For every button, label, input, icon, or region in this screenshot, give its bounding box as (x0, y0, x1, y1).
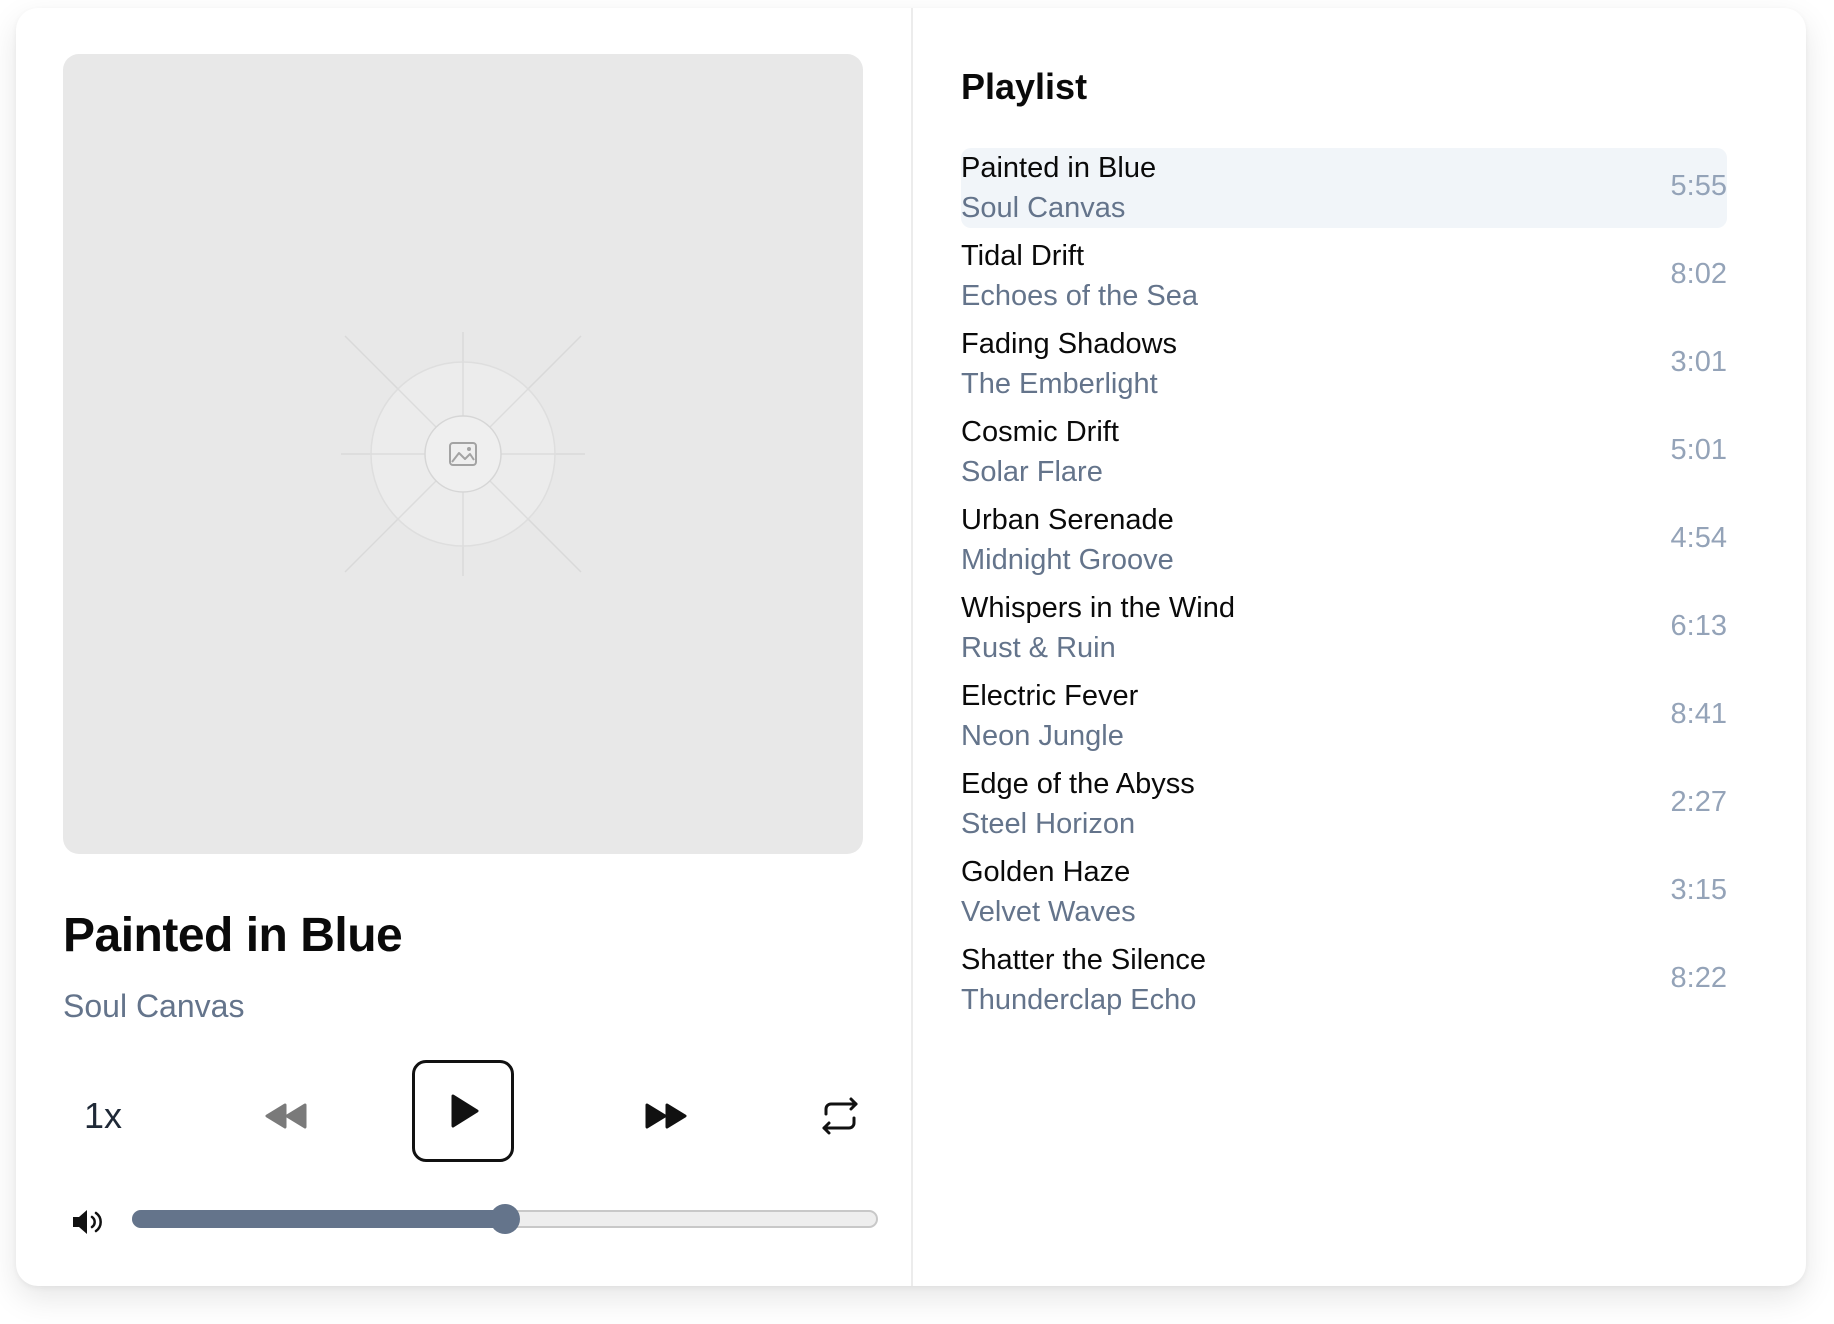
playlist-item[interactable]: Painted in Blue Soul Canvas 5:55 (961, 148, 1727, 228)
panel-divider (911, 8, 913, 1286)
repeat-button[interactable] (800, 1076, 880, 1156)
playlist-item-artist: Steel Horizon (961, 808, 1136, 840)
playlist-item-artist: Thunderclap Echo (961, 984, 1197, 1016)
playlist-item-title: Fading Shadows (961, 328, 1178, 360)
playback-speed-button[interactable]: 1x (63, 1076, 143, 1156)
playlist-item-duration: 8:22 (1670, 962, 1727, 994)
playlist-item-duration: 2:27 (1670, 786, 1727, 818)
rewind-icon (265, 1103, 307, 1129)
image-placeholder-icon (341, 332, 585, 576)
play-button[interactable] (412, 1060, 514, 1162)
playlist-item[interactable]: Cosmic Drift Solar Flare 5:01 (961, 412, 1727, 492)
fast-forward-button[interactable] (626, 1076, 706, 1156)
volume-slider-thumb[interactable] (490, 1204, 520, 1234)
playlist-item-duration: 6:13 (1670, 610, 1727, 642)
playlist-item-duration: 3:01 (1670, 346, 1727, 378)
music-player-card: Painted in Blue Soul Canvas 1x Playlist … (16, 8, 1806, 1286)
playlist-item-title: Golden Haze (961, 856, 1131, 888)
now-playing-title: Painted in Blue (63, 909, 403, 962)
playlist-item-title: Whispers in the Wind (961, 592, 1235, 624)
rewind-button[interactable] (246, 1076, 326, 1156)
playlist-list: Painted in Blue Soul Canvas 5:55 Tidal D… (961, 148, 1727, 1028)
playlist-item-artist: Rust & Ruin (961, 632, 1116, 664)
playlist-item-duration: 3:15 (1670, 874, 1727, 906)
fast-forward-icon (645, 1103, 687, 1129)
playlist-item-title: Electric Fever (961, 680, 1139, 712)
playlist-item-duration: 5:01 (1670, 434, 1727, 466)
volume-button[interactable] (60, 1194, 116, 1250)
volume-slider[interactable] (132, 1204, 878, 1234)
playlist-item[interactable]: Fading Shadows The Emberlight 3:01 (961, 324, 1727, 404)
playlist-item-duration: 4:54 (1670, 522, 1727, 554)
speaker-icon (73, 1210, 102, 1234)
playlist-item[interactable]: Edge of the Abyss Steel Horizon 2:27 (961, 764, 1727, 844)
playlist-item-title: Edge of the Abyss (961, 768, 1195, 800)
playlist-item-title: Painted in Blue (961, 152, 1157, 184)
playlist-item-artist: Neon Jungle (961, 720, 1124, 752)
playlist-item-duration: 5:55 (1670, 170, 1727, 202)
repeat-icon (822, 1097, 858, 1135)
volume-slider-fill (132, 1210, 505, 1228)
playlist-item-artist: Soul Canvas (961, 192, 1126, 224)
playlist-item-title: Urban Serenade (961, 504, 1174, 536)
playlist-item-title: Tidal Drift (961, 240, 1084, 272)
playlist-item-duration: 8:41 (1670, 698, 1727, 730)
playlist-item[interactable]: Whispers in the Wind Rust & Ruin 6:13 (961, 588, 1727, 668)
playlist-item[interactable]: Golden Haze Velvet Waves 3:15 (961, 852, 1727, 932)
playlist-item-artist: The Emberlight (961, 368, 1158, 400)
album-artwork (63, 54, 863, 854)
playlist-item-title: Shatter the Silence (961, 944, 1207, 976)
play-icon (451, 1094, 479, 1128)
playlist-item[interactable]: Tidal Drift Echoes of the Sea 8:02 (961, 236, 1727, 316)
playlist-item[interactable]: Urban Serenade Midnight Groove 4:54 (961, 500, 1727, 580)
speed-label: 1x (83, 1095, 123, 1136)
playlist-item-title: Cosmic Drift (961, 416, 1119, 448)
playlist-item-artist: Echoes of the Sea (961, 280, 1198, 312)
playlist-item-artist: Solar Flare (961, 456, 1103, 488)
playlist-heading: Playlist (961, 66, 1088, 107)
playlist-item-duration: 8:02 (1670, 258, 1727, 290)
now-playing-artist: Soul Canvas (63, 988, 245, 1024)
playlist-item-artist: Velvet Waves (961, 896, 1136, 928)
playlist-item-artist: Midnight Groove (961, 544, 1174, 576)
playlist-item[interactable]: Electric Fever Neon Jungle 8:41 (961, 676, 1727, 756)
playlist-item[interactable]: Shatter the Silence Thunderclap Echo 8:2… (961, 940, 1727, 1020)
